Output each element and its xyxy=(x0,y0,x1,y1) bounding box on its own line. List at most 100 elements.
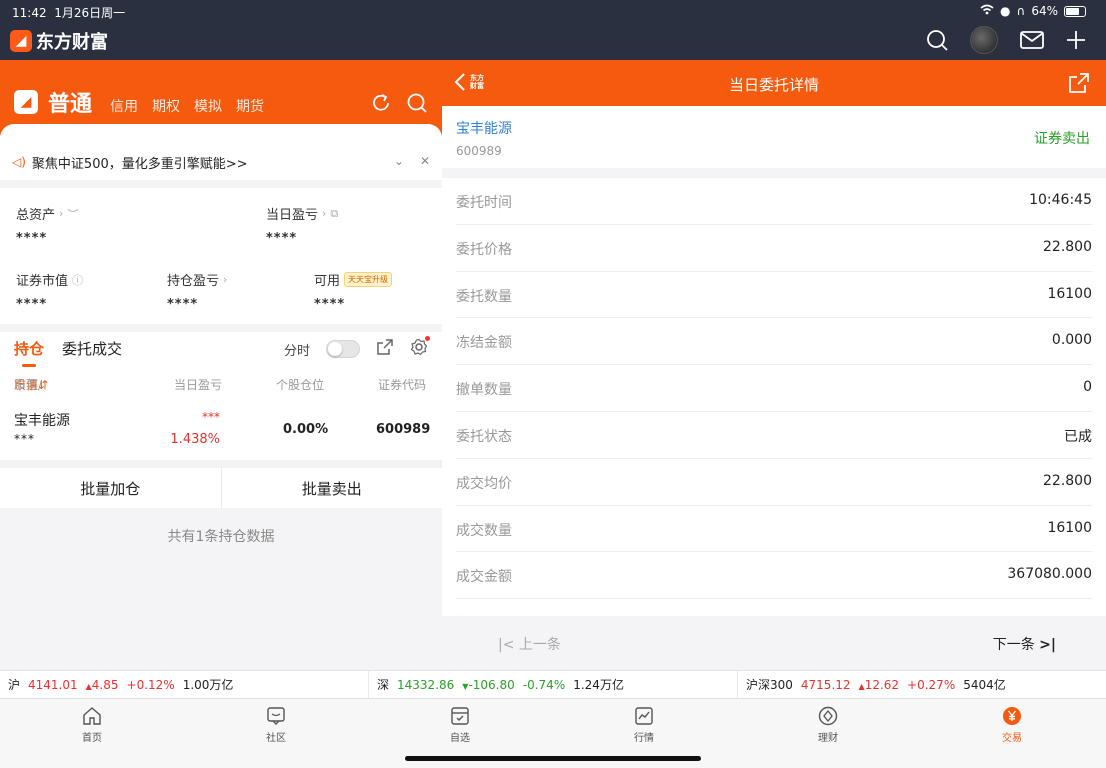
chevron-right-icon: › xyxy=(59,207,64,220)
watchlist-icon xyxy=(451,707,469,725)
position-pnl-label: 持仓盈亏 xyxy=(167,274,220,289)
col-stock[interactable]: 股票/市值⇵ xyxy=(14,376,48,393)
market-value: 证券市值 ⓘ **** xyxy=(16,270,83,313)
holdings-section: 持仓 委托成交 分时 股票/市值⇵ 当日盈亏 个股仓位 证券代码 宝丰能源 **… xyxy=(0,332,442,460)
notice-text[interactable]: 聚焦中证500，量化多重引擎赋能>> xyxy=(32,153,248,172)
detail-key: 委托价格 xyxy=(456,241,512,258)
stock-sub-mask: *** xyxy=(14,432,35,446)
ticker-item[interactable]: 沪深300 4715.12 ▲12.62 +0.27% 5404亿 xyxy=(738,671,1106,698)
day-pnl[interactable]: 当日盈亏 › ⧉ **** xyxy=(266,204,338,247)
close-icon[interactable]: ✕ xyxy=(420,154,430,168)
col-position[interactable]: 个股仓位 xyxy=(276,376,324,393)
ticker-item[interactable]: 沪 4141.01 ▲4.85 +0.12% 1.00万亿 xyxy=(0,671,369,698)
next-button[interactable]: 下一条 >| xyxy=(993,634,1056,654)
chevron-down-icon[interactable]: ⌄ xyxy=(394,154,404,168)
status-time: 11:42 1月26日周一 xyxy=(12,4,125,21)
yen-icon xyxy=(1003,707,1021,725)
home-icon xyxy=(83,707,101,725)
nav-watchlist[interactable]: 自选 xyxy=(430,705,490,744)
detail-row: 冻结金额 0.000 xyxy=(456,318,1092,366)
home-indicator[interactable] xyxy=(405,756,701,761)
refresh-icon[interactable] xyxy=(370,92,392,118)
avatar[interactable] xyxy=(970,26,998,54)
col-code[interactable]: 证券代码 xyxy=(378,376,426,393)
order-stock-info: 宝丰能源 600989 证券卖出 xyxy=(442,106,1106,168)
batch-sell-button[interactable]: 批量卖出 xyxy=(222,468,443,508)
day-pnl-value: **** xyxy=(266,231,298,246)
index-name: 沪深300 xyxy=(746,678,793,692)
chevron-right-icon: › xyxy=(223,273,228,286)
tab-holdings[interactable]: 持仓 xyxy=(14,338,44,367)
headphones-icon: ∩ xyxy=(1016,4,1026,18)
page-title: 当日委托详情 xyxy=(728,76,819,94)
tab-options[interactable]: 期权 xyxy=(152,96,180,116)
detail-row: 委托时间 10:46:45 xyxy=(456,178,1092,225)
holdings-tabs: 持仓 委托成交 xyxy=(14,338,122,367)
nav-market[interactable]: 行情 xyxy=(614,705,674,744)
batch-add-button[interactable]: 批量加仓 xyxy=(0,468,222,508)
nav-trade[interactable]: 交易 xyxy=(982,705,1042,744)
detail-value: 0 xyxy=(1083,379,1092,396)
col-day-pnl[interactable]: 当日盈亏 xyxy=(174,376,222,393)
position-pnl-value: **** xyxy=(167,297,199,312)
index-change: 12.62 xyxy=(864,677,900,692)
share-icon[interactable] xyxy=(1068,72,1090,98)
index-price: 4141.01 xyxy=(28,677,78,692)
notice-controls: ⌄ ✕ xyxy=(394,154,430,168)
detail-value: 367080.000 xyxy=(1007,566,1092,583)
detail-value: 已成 xyxy=(1064,428,1092,445)
nav-community[interactable]: 社区 xyxy=(246,705,306,744)
app-name: 东方财富 xyxy=(36,32,108,53)
account-mode-icon: ◢ xyxy=(14,90,38,114)
day-pnl-label: 当日盈亏 xyxy=(266,208,319,223)
battery-icon xyxy=(1064,5,1086,17)
index-volume: 5404亿 xyxy=(963,678,1006,692)
help-icon[interactable]: ⓘ xyxy=(72,272,83,288)
ticker-item[interactable]: 深 14332.86 ▼-106.80 -0.74% 1.24万亿 xyxy=(369,671,738,698)
tab-simulation[interactable]: 模拟 xyxy=(194,96,222,116)
tab-credit[interactable]: 信用 xyxy=(110,96,138,116)
plus-icon[interactable] xyxy=(1066,30,1086,50)
table-row[interactable]: 宝丰能源 *** *** 1.438% 0.00% 600989 xyxy=(0,408,442,454)
index-change: -106.80 xyxy=(468,677,515,692)
clock: 11:42 xyxy=(12,6,47,20)
position-percent: 0.00% xyxy=(283,422,329,437)
share-icon[interactable] xyxy=(376,338,394,360)
speaker-icon: ◁) xyxy=(12,155,26,169)
order-detail-list: 委托时间 10:46:45 委托价格 22.800 委托数量 16100 冻结金额 0.… xyxy=(442,178,1106,616)
index-percent: -0.74% xyxy=(522,677,566,692)
battery-percent: 64% xyxy=(1031,4,1058,18)
detail-key: 成交均价 xyxy=(456,475,512,492)
index-price: 4715.12 xyxy=(800,677,851,692)
nav-wealth[interactable]: 理财 xyxy=(798,705,858,744)
upgrade-badge[interactable]: 天天宝升级 xyxy=(344,272,393,287)
detail-key: 委托状态 xyxy=(456,428,512,445)
account-mode-title[interactable]: 普通 xyxy=(48,86,92,118)
account-mode-tabs: 信用 期权 模拟 期货 xyxy=(110,96,264,116)
nav-market-label: 行情 xyxy=(634,733,654,744)
prev-label: 上一条 xyxy=(518,637,561,653)
detail-row: 备注 xyxy=(456,599,1092,616)
timeshare-toggle[interactable] xyxy=(326,340,360,358)
batch-actions: 批量加仓 批量卖出 xyxy=(0,460,442,508)
account-header-actions xyxy=(370,92,428,118)
order-stock-name[interactable]: 宝丰能源 xyxy=(456,118,512,138)
nav-home[interactable]: 首页 xyxy=(62,705,122,744)
search-icon[interactable] xyxy=(406,92,428,118)
search-icon[interactable] xyxy=(926,29,948,51)
person-icon: ● xyxy=(1000,4,1011,18)
gear-icon[interactable] xyxy=(410,336,430,360)
eye-closed-icon[interactable]: ︶ xyxy=(67,206,78,222)
prev-button[interactable]: |< 上一条 xyxy=(498,634,561,654)
app-actions xyxy=(926,26,1086,54)
external-link-icon[interactable]: ⧉ xyxy=(330,207,338,221)
tab-futures[interactable]: 期货 xyxy=(236,96,264,116)
detail-key: 委托数量 xyxy=(456,288,512,305)
total-assets[interactable]: 总资产 › ︶ **** xyxy=(16,204,78,246)
mail-icon[interactable] xyxy=(1020,31,1044,49)
index-name: 深 xyxy=(377,678,390,692)
detail-key: 成交数量 xyxy=(456,522,512,539)
position-pnl[interactable]: 持仓盈亏 › **** xyxy=(167,270,227,312)
notice-banner[interactable]: ◁) 聚焦中证500，量化多重引擎赋能>> ⌄ ✕ xyxy=(0,144,442,180)
tab-orders[interactable]: 委托成交 xyxy=(62,338,122,359)
